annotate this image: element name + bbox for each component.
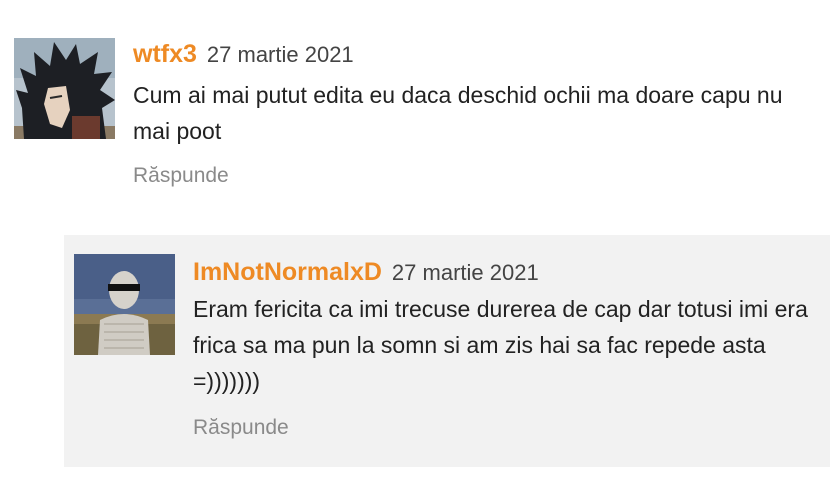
reply-button[interactable]: Răspunde [193, 416, 289, 440]
avatar[interactable] [14, 38, 115, 139]
comment-text: Cum ai mai putut edita eu daca deschid o… [133, 82, 783, 144]
comment-text: Eram fericita ca imi trecuse durerea de … [193, 296, 808, 394]
reply-button[interactable]: Răspunde [133, 164, 229, 188]
avatar[interactable] [74, 254, 175, 355]
comment-meta: ImNotNormalxD 27 martie 2021 [193, 258, 539, 287]
comment-meta: wtfx3 27 martie 2021 [133, 40, 354, 69]
reply-comment: ImNotNormalxD 27 martie 2021 Eram fericit… [64, 235, 830, 467]
comment: wtfx3 27 martie 2021 Cum ai mai putut edi… [0, 0, 830, 230]
comment-date: 27 martie 2021 [206, 42, 354, 67]
username-link[interactable]: wtfx3 [133, 40, 197, 68]
comment-date: 27 martie 2021 [391, 260, 539, 285]
username-link[interactable]: ImNotNormalxD [193, 258, 382, 286]
